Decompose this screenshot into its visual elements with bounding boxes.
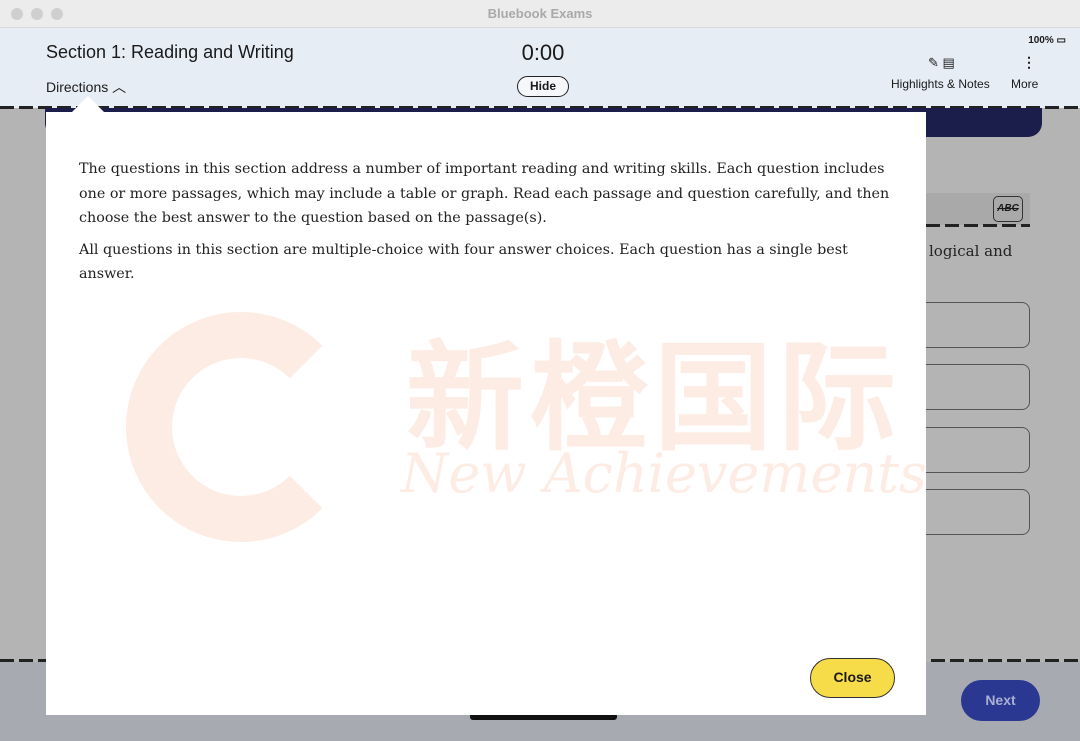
more-icon[interactable]: ⋮ [1022, 54, 1036, 71]
window-titlebar: Bluebook Exams [0, 0, 1080, 28]
directions-label: Directions [46, 79, 109, 95]
close-button[interactable]: Close [810, 658, 895, 698]
directions-toggle[interactable]: Directions ︿ [46, 77, 126, 97]
chevron-up-icon: ︿ [112, 79, 127, 95]
toolbar-divider [926, 224, 1030, 227]
directions-paragraph: All questions in this section are multip… [79, 241, 848, 283]
timer: 0:00 [521, 40, 565, 65]
watermark-circle-icon [126, 312, 356, 542]
highlights-notes-icons[interactable]: ✎ ▤ [928, 55, 955, 71]
more-button[interactable]: More [1011, 77, 1038, 91]
answer-eliminator-button[interactable]: ABC [993, 196, 1023, 222]
battery-status: 100% ▭ [1028, 35, 1066, 46]
highlights-notes-button[interactable]: Highlights & Notes [891, 77, 990, 91]
highlighter-icon: ✎ [928, 55, 939, 70]
question-text: logical and [929, 242, 1013, 260]
exam-header: Section 1: Reading and Writing Direction… [0, 28, 1080, 108]
battery-percent: 100% [1028, 35, 1054, 46]
directions-modal: 新橙国际 New Achievements The questions in t… [46, 112, 926, 715]
next-button[interactable]: Next [961, 680, 1040, 721]
popover-arrow [72, 96, 104, 112]
battery-icon: ▭ [1056, 35, 1066, 46]
window-title: Bluebook Exams [487, 6, 593, 21]
notes-icon: ▤ [942, 55, 955, 70]
hide-timer-button[interactable]: Hide [517, 76, 569, 97]
directions-paragraph: The questions in this section address a … [79, 161, 890, 226]
